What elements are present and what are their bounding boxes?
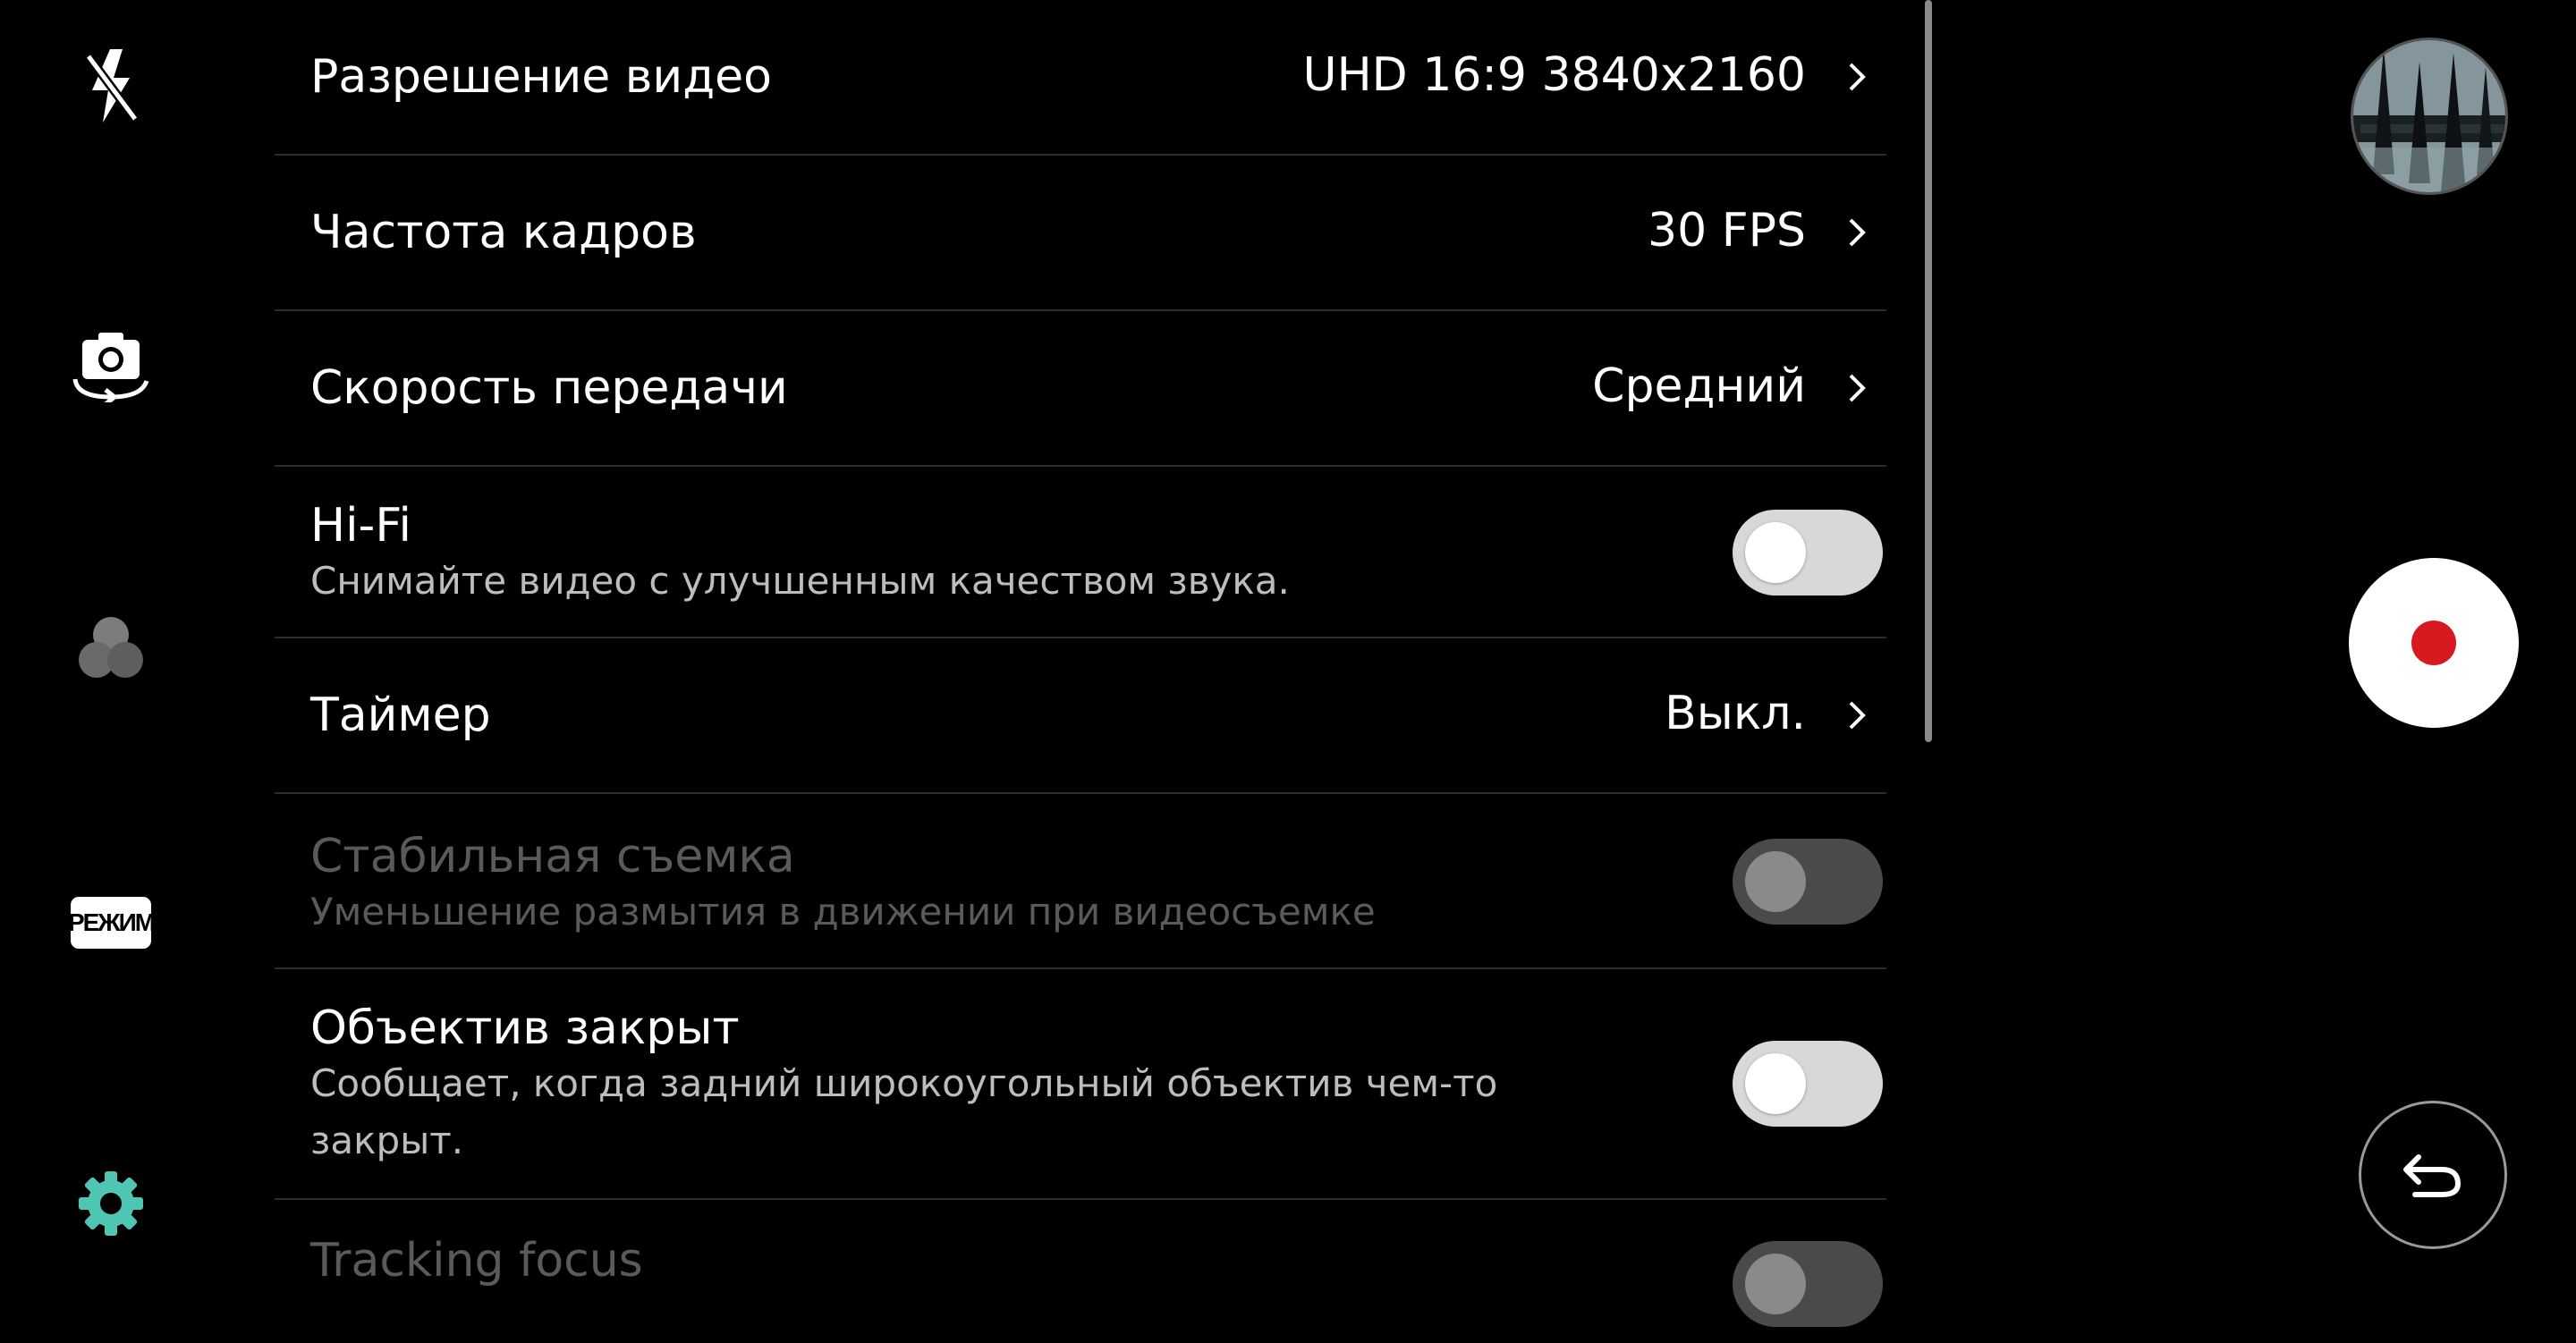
camera-sidebar: РЕЖИМ xyxy=(0,0,224,1288)
setting-title: Таймер xyxy=(310,688,491,742)
filter-button[interactable] xyxy=(64,601,157,694)
setting-title: Объектив закрыт xyxy=(310,1001,740,1055)
gallery-preview-image xyxy=(2353,40,2505,192)
setting-bitrate[interactable]: Скорость передачи Средний xyxy=(275,311,1886,467)
setting-value: 30 FPS xyxy=(1648,204,1806,258)
mode-button[interactable]: РЕЖИМ xyxy=(64,876,157,969)
setting-subtitle: Сообщает, когда задний широкоугольный об… xyxy=(310,1061,1498,1162)
lens-blocked-toggle[interactable] xyxy=(1733,1041,1883,1127)
back-button[interactable] xyxy=(2359,1101,2507,1249)
setting-title: Стабильная съемка xyxy=(310,830,795,883)
setting-lens-blocked[interactable]: Объектив закрыт Сообщает, когда задний ш… xyxy=(275,969,1886,1200)
steady-record-toggle xyxy=(1733,839,1883,925)
setting-subtitle: Снимайте видео с улучшенным качеством зв… xyxy=(310,559,1290,603)
back-icon xyxy=(2403,1154,2462,1197)
gallery-thumbnail[interactable] xyxy=(2351,38,2508,195)
record-icon xyxy=(2411,621,2456,665)
chevron-right-icon xyxy=(1849,374,1866,402)
filter-icon xyxy=(79,617,143,678)
toggle-knob xyxy=(1745,851,1806,912)
setting-timer[interactable]: Таймер Выкл. xyxy=(275,638,1886,794)
setting-frame-rate[interactable]: Частота кадров 30 FPS xyxy=(275,156,1886,311)
chevron-right-icon xyxy=(1849,701,1866,730)
setting-value: UHD 16:9 3840x2160 xyxy=(1302,48,1806,102)
tracking-focus-toggle xyxy=(1733,1241,1883,1327)
chevron-right-icon xyxy=(1849,63,1866,91)
setting-video-resolution[interactable]: Разрешение видео UHD 16:9 3840x2160 xyxy=(275,0,1886,156)
switch-camera-button[interactable] xyxy=(64,318,157,411)
settings-button[interactable] xyxy=(64,1157,157,1250)
toggle-knob xyxy=(1745,1053,1806,1114)
setting-steady-record: Стабильная съемка Уменьшение размытия в … xyxy=(275,794,1886,969)
record-button[interactable] xyxy=(2349,558,2519,728)
flash-off-icon xyxy=(84,49,140,122)
setting-value: Средний xyxy=(1592,359,1806,413)
setting-tracking-focus: Tracking focus xyxy=(275,1200,1886,1343)
settings-gear-icon xyxy=(79,1171,143,1236)
setting-title: Hi-Fi xyxy=(310,499,411,553)
hifi-toggle[interactable] xyxy=(1733,510,1883,595)
setting-hifi[interactable]: Hi-Fi Снимайте видео с улучшенным качест… xyxy=(275,467,1886,638)
switch-camera-icon xyxy=(72,333,149,402)
setting-title: Tracking focus xyxy=(310,1234,643,1288)
mode-icon: РЕЖИМ xyxy=(68,897,156,949)
setting-subtitle: Уменьшение размытия в движении при видео… xyxy=(310,890,1376,933)
video-settings-list: Разрешение видео UHD 16:9 3840x2160 Част… xyxy=(275,0,1886,1327)
chevron-right-icon xyxy=(1849,218,1866,247)
toggle-knob xyxy=(1745,522,1806,583)
toggle-knob xyxy=(1745,1254,1806,1314)
setting-value: Выкл. xyxy=(1665,687,1806,740)
setting-title: Разрешение видео xyxy=(310,50,772,104)
scrollbar[interactable] xyxy=(1925,0,1932,742)
setting-title: Скорость передачи xyxy=(310,361,788,415)
flash-off-button[interactable] xyxy=(64,39,157,132)
setting-title: Частота кадров xyxy=(310,206,697,259)
